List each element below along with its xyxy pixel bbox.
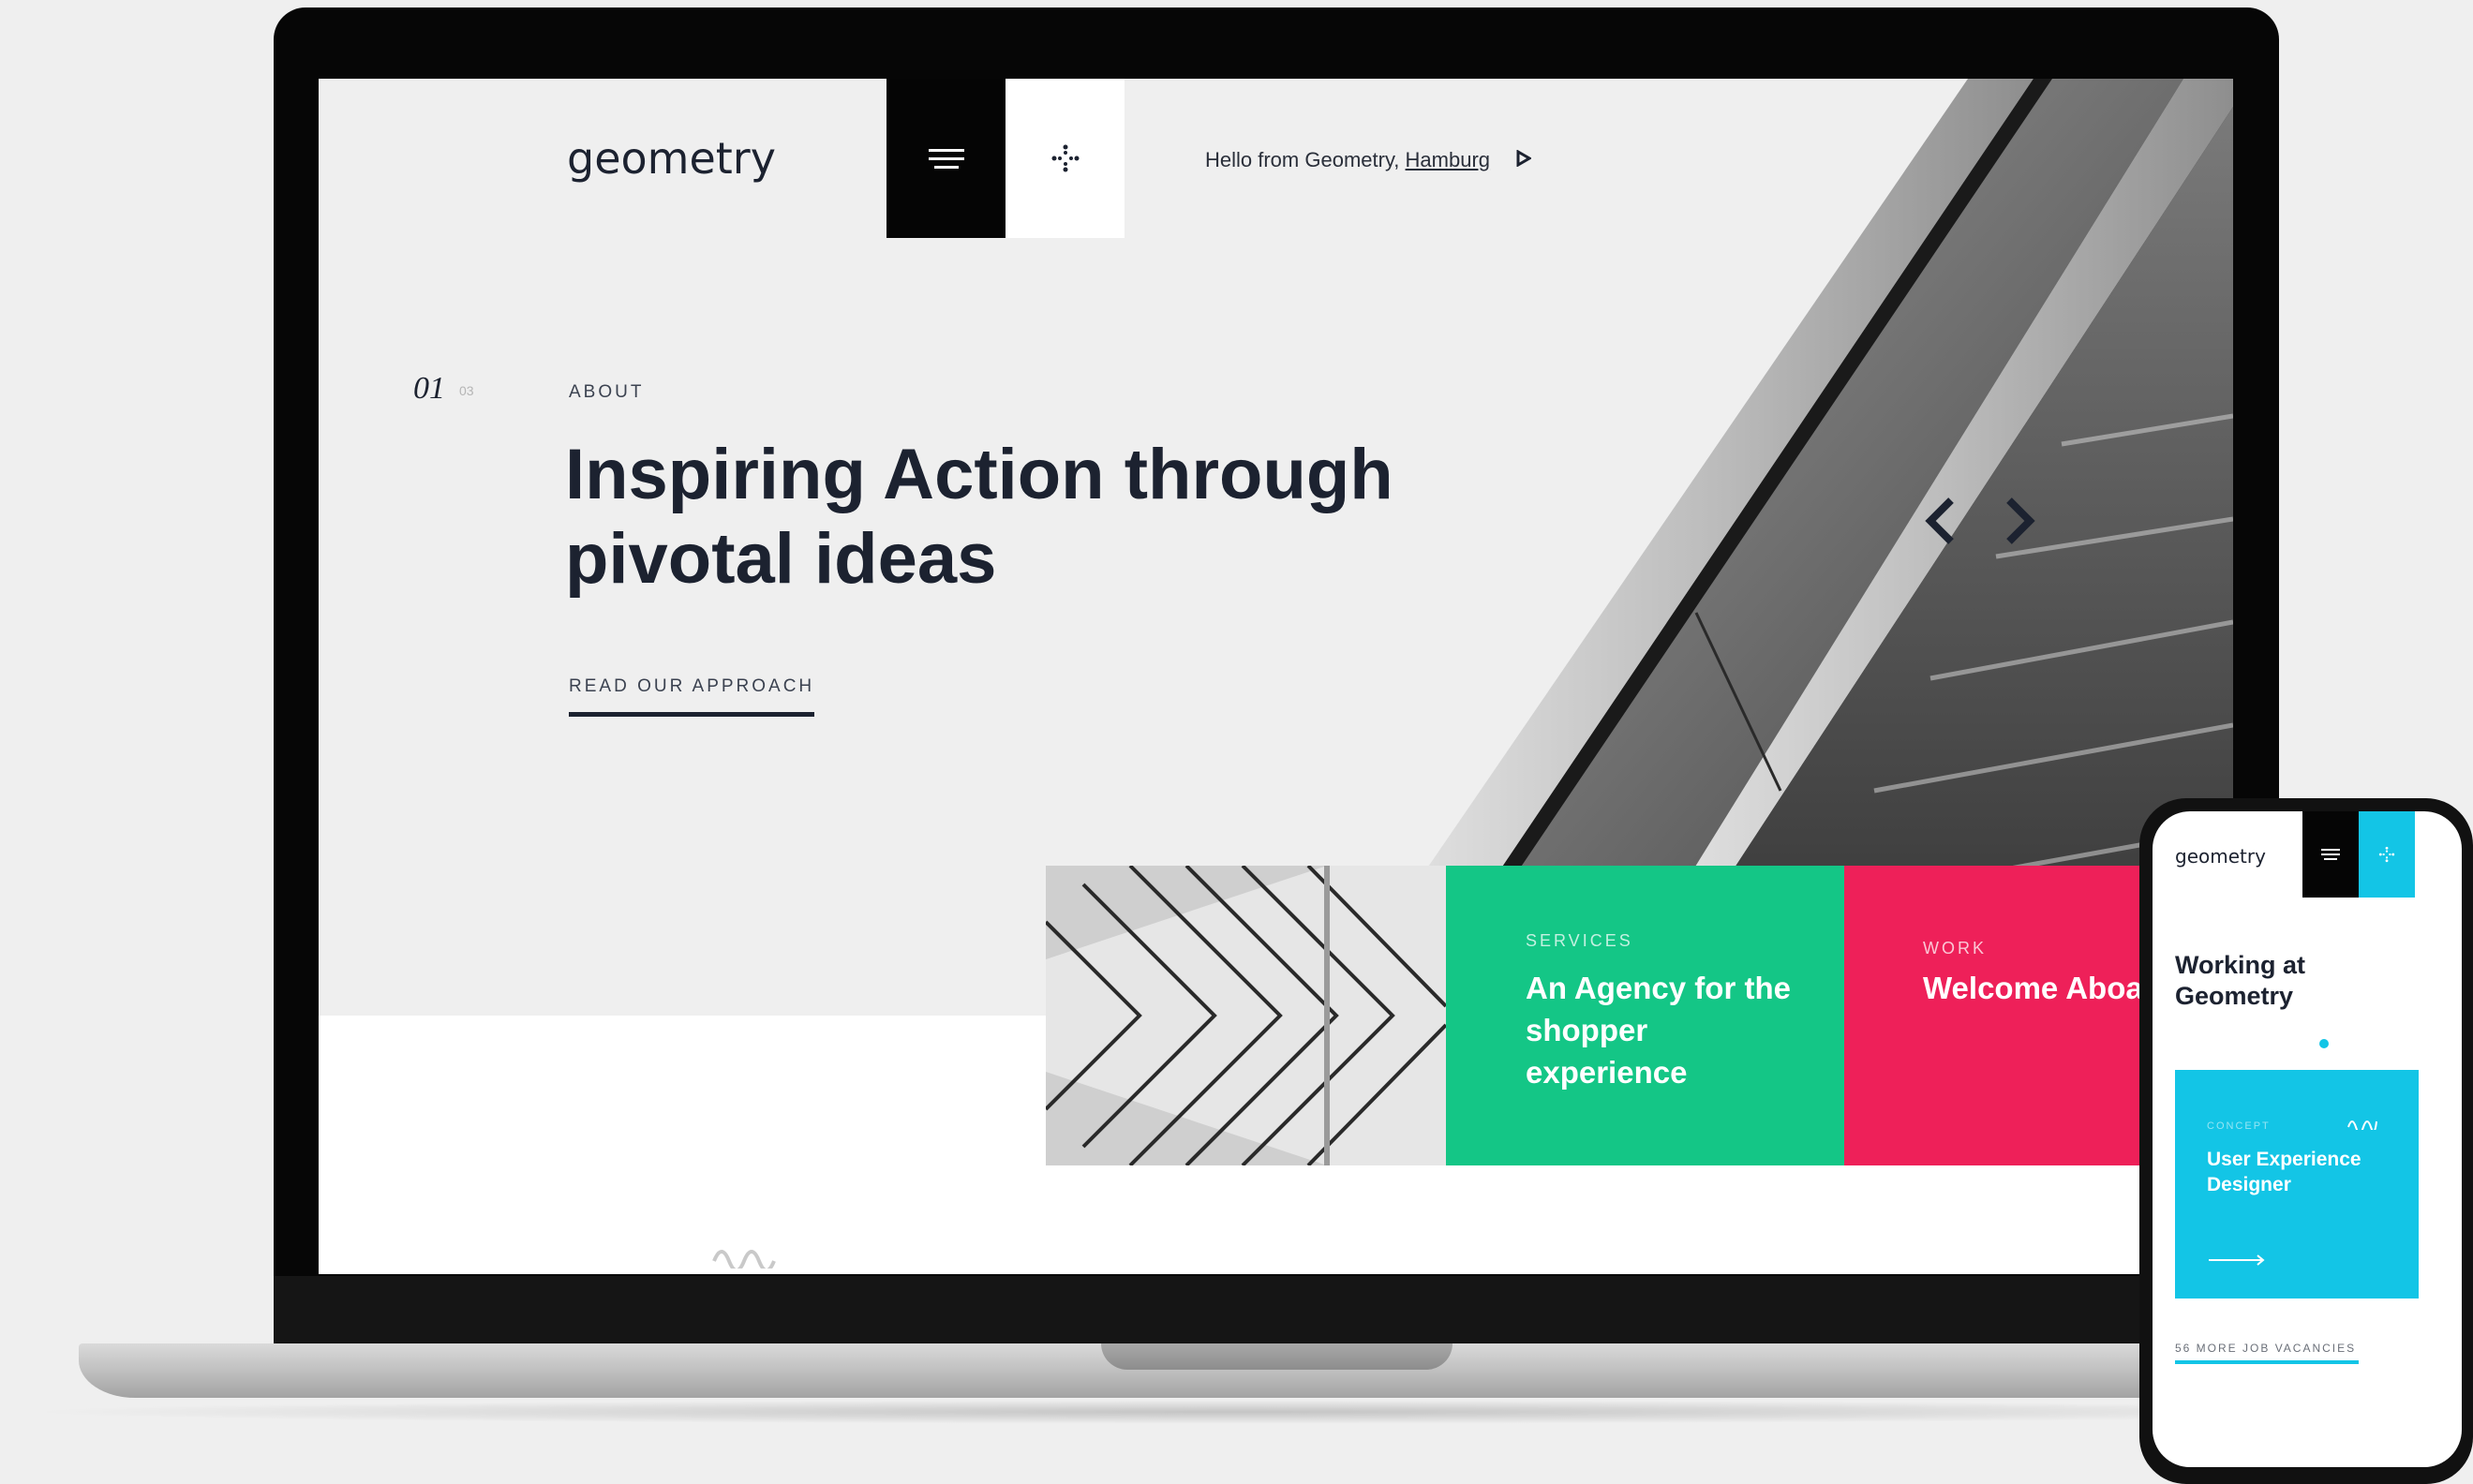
- greeting-prefix: Hello from Geometry,: [1205, 148, 1400, 171]
- architecture-photo-tile: [1046, 866, 1446, 1165]
- laptop-chin: [274, 1276, 2279, 1347]
- work-eyebrow: WORK: [1923, 939, 1987, 957]
- greeting-text: Hello from Geometry, Hamburg: [1205, 148, 1490, 172]
- laptop-notch: [1101, 1343, 1453, 1370]
- services-title: An Agency for the shopper experience: [1526, 971, 1791, 1090]
- dots-cross-icon: [1051, 144, 1079, 172]
- dots-button[interactable]: [1006, 79, 1125, 238]
- website-screen: geometry Hello from Geometry, Hamburg 01…: [319, 79, 2233, 1274]
- chevron-right-icon[interactable]: [2002, 497, 2039, 545]
- play-icon[interactable]: [1516, 150, 1531, 167]
- architecture-photo: [1046, 866, 1446, 1165]
- mobile-menu-button[interactable]: [2302, 811, 2359, 898]
- site-logo[interactable]: geometry: [567, 133, 776, 184]
- phone-mockup: geometry Working at Geometry CONCEPT Use…: [2139, 798, 2473, 1484]
- dots-cross-icon: [2378, 846, 2395, 863]
- hero-eyebrow: ABOUT: [569, 382, 645, 402]
- menu-icon: [2321, 846, 2340, 863]
- job-card[interactable]: CONCEPT User Experience Designer: [2175, 1070, 2419, 1298]
- job-card-title: User Experience Designer: [2207, 1149, 2361, 1195]
- read-approach-link[interactable]: READ OUR APPROACH: [569, 676, 815, 717]
- job-card-eyebrow: CONCEPT: [2207, 1120, 2271, 1132]
- menu-icon: [928, 143, 964, 174]
- greeting-city-link[interactable]: Hamburg: [1406, 148, 1490, 171]
- slide-counter-current: 01: [413, 371, 445, 406]
- more-vacancies-link[interactable]: 56 MORE JOB VACANCIES: [2175, 1342, 2359, 1364]
- wave-icon: [2347, 1120, 2377, 1130]
- mobile-dots-button[interactable]: [2359, 811, 2415, 898]
- menu-button[interactable]: [886, 79, 1006, 238]
- hero-headline: Inspiring Action through pivotal ideas: [565, 435, 1393, 599]
- mobile-page-title: Working at Geometry: [2175, 951, 2306, 1010]
- phone-screen: geometry Working at Geometry CONCEPT Use…: [2153, 811, 2462, 1467]
- slide-counter-total: 03: [459, 383, 474, 398]
- arrow-right-icon: [2209, 1254, 2265, 1266]
- carousel-indicator[interactable]: [2319, 1039, 2329, 1048]
- wave-icon: [712, 1250, 776, 1269]
- services-eyebrow: SERVICES: [1526, 931, 1633, 950]
- chevron-left-icon[interactable]: [1921, 497, 1959, 545]
- mobile-logo[interactable]: geometry: [2175, 845, 2266, 868]
- laptop-shadow: [19, 1400, 2455, 1424]
- services-tile[interactable]: SERVICES An Agency for the shopper exper…: [1446, 866, 1844, 1165]
